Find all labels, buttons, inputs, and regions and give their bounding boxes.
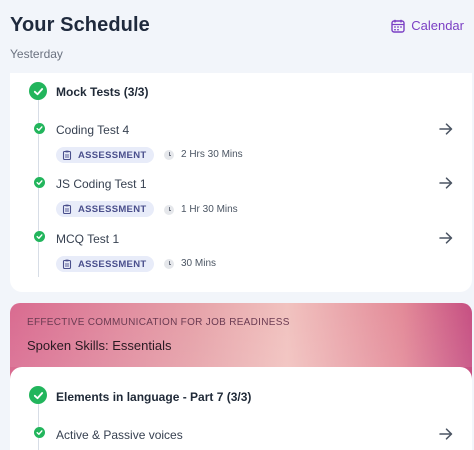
assessment-badge: ASSESSMENT bbox=[56, 256, 155, 272]
course-card[interactable]: EFFECTIVE COMMUNICATION FOR JOB READINES… bbox=[10, 303, 472, 450]
badge-label: ASSESSMENT bbox=[78, 203, 147, 215]
section-check-icon bbox=[29, 386, 47, 404]
clock-icon bbox=[164, 258, 174, 269]
section-title[interactable]: Elements in language - Part 7 (3/3) bbox=[56, 390, 251, 404]
arrow-right-icon[interactable] bbox=[439, 428, 453, 440]
page-title: Your Schedule bbox=[10, 14, 150, 36]
section-check-icon bbox=[29, 82, 47, 100]
item-title[interactable]: JS Coding Test 1 bbox=[56, 177, 147, 191]
duration-label: 1 Hr 30 Mins bbox=[181, 204, 238, 215]
clock-icon bbox=[164, 149, 174, 160]
arrow-right-icon[interactable] bbox=[439, 177, 453, 189]
badge-label: ASSESSMENT bbox=[78, 149, 147, 161]
timeline-rail bbox=[38, 397, 39, 450]
check-icon bbox=[33, 122, 45, 134]
section-title[interactable]: Mock Tests (3/3) bbox=[56, 85, 148, 99]
arrow-right-icon[interactable] bbox=[439, 232, 453, 244]
clipboard-icon bbox=[62, 150, 72, 160]
check-icon bbox=[33, 426, 45, 438]
calendar-icon bbox=[391, 19, 405, 33]
clipboard-icon bbox=[62, 204, 72, 214]
check-icon bbox=[33, 177, 45, 188]
calendar-link[interactable]: Calendar bbox=[391, 18, 464, 33]
assessment-badge: ASSESSMENT bbox=[56, 201, 155, 217]
item-title[interactable]: MCQ Test 1 bbox=[56, 232, 119, 246]
calendar-link-label[interactable]: Calendar bbox=[411, 18, 464, 33]
course-category: EFFECTIVE COMMUNICATION FOR JOB READINES… bbox=[27, 317, 290, 328]
assessment-badge: ASSESSMENT bbox=[56, 147, 155, 163]
schedule-card-mock-tests: Mock Tests (3/3) Coding Test 4 ASSESSMEN… bbox=[10, 73, 472, 292]
item-title[interactable]: Active & Passive voices bbox=[56, 428, 183, 442]
item-title[interactable]: Coding Test 4 bbox=[56, 123, 129, 137]
badge-label: ASSESSMENT bbox=[78, 258, 147, 270]
clipboard-icon bbox=[62, 259, 72, 269]
duration-label: 30 Mins bbox=[181, 258, 217, 269]
course-banner bbox=[10, 303, 472, 367]
duration-label: 2 Hrs 30 Mins bbox=[181, 149, 243, 160]
date-label: Yesterday bbox=[10, 47, 63, 61]
duration: 1 Hr 30 Mins bbox=[164, 204, 238, 215]
course-name[interactable]: Spoken Skills: Essentials bbox=[27, 338, 172, 353]
course-schedule: Elements in language - Part 7 (3/3) Acti… bbox=[10, 367, 472, 450]
schedule-header: Your Schedule Calendar bbox=[10, 14, 464, 42]
duration: 30 Mins bbox=[164, 258, 216, 269]
duration: 2 Hrs 30 Mins bbox=[164, 149, 243, 160]
check-icon bbox=[33, 231, 45, 242]
arrow-right-icon[interactable] bbox=[439, 123, 453, 135]
clock-icon bbox=[164, 204, 174, 215]
